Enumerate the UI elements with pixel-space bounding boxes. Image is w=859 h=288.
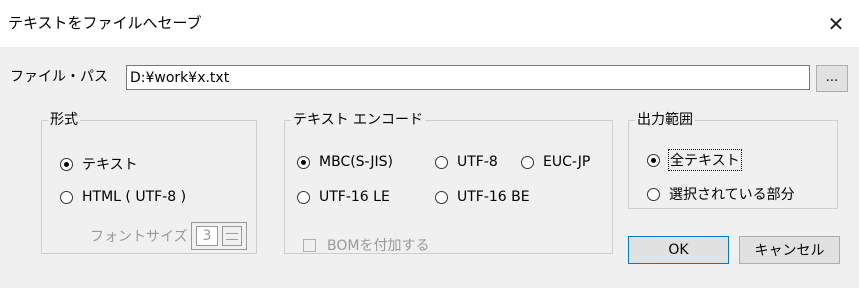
ok-button[interactable]: OK [628,236,729,264]
browse-button[interactable]: ... [816,65,848,92]
bom-checkbox[interactable]: BOMを付加する [303,235,429,255]
radio-selected-icon [60,157,73,171]
format-radio-html[interactable]: HTML ( UTF-8 ) [60,189,186,205]
radio-selected-icon [647,153,660,167]
font-size-label: フォントサイズ [90,229,188,245]
radio-unselected-icon [297,190,310,204]
format-group: 形式 テキスト HTML ( UTF-8 ) フォントサイズ 3 [41,112,257,254]
encode-group: テキスト エンコード MBC(S-JIS) UTF-8 EUC-JP UTF-1… [284,112,613,254]
encode-radio-utf8[interactable]: UTF-8 [435,154,498,170]
encode-radio-label: UTF-16 BE [457,189,530,205]
encode-radio-label: UTF-16 LE [319,189,390,205]
format-legend: 形式 [50,112,78,128]
encode-legend: テキスト エンコード [293,112,424,128]
format-radio-text-label: テキスト [82,157,138,173]
spinner-arrows-icon[interactable] [222,226,242,246]
file-path-label: ファイル・パス [10,69,108,85]
radio-unselected-icon [60,190,73,204]
radio-selected-icon [297,155,310,169]
bom-checkbox-label: BOMを付加する [327,238,430,254]
encode-radio-label: MBC(S-JIS) [319,154,393,170]
checkbox-icon [303,238,316,252]
range-group: 出力範囲 全テキスト 選択されている部分 [628,112,838,209]
format-radio-text[interactable]: テキスト [60,154,138,174]
close-icon[interactable]: ✕ [813,0,859,47]
window-title: テキストをファイルへセーブ [8,14,202,32]
file-path-input[interactable] [126,65,810,90]
font-size-spinner[interactable]: 3 [191,222,247,250]
radio-unselected-icon [647,187,660,201]
encode-radio-label: EUC-JP [543,154,591,170]
radio-unselected-icon [521,155,534,169]
radio-unselected-icon [435,155,448,169]
range-legend: 出力範囲 [637,112,693,128]
range-radio-all[interactable]: 全テキスト [647,149,742,171]
encode-radio-label: UTF-8 [457,154,498,170]
title-bar: テキストをファイルへセーブ ✕ [0,0,859,47]
range-radio-all-label: 全テキスト [668,149,742,171]
radio-unselected-icon [435,190,448,204]
encode-radio-utf16be[interactable]: UTF-16 BE [435,189,530,205]
cancel-button[interactable]: キャンセル [739,236,840,264]
range-radio-selection[interactable]: 選択されている部分 [647,184,795,204]
encode-radio-eucjp[interactable]: EUC-JP [521,154,590,170]
font-size-value: 3 [196,226,218,246]
encode-radio-utf16le[interactable]: UTF-16 LE [297,189,390,205]
range-radio-selection-label: 選択されている部分 [669,187,795,203]
format-radio-html-label: HTML ( UTF-8 ) [82,189,187,205]
encode-radio-mbc[interactable]: MBC(S-JIS) [297,154,393,170]
